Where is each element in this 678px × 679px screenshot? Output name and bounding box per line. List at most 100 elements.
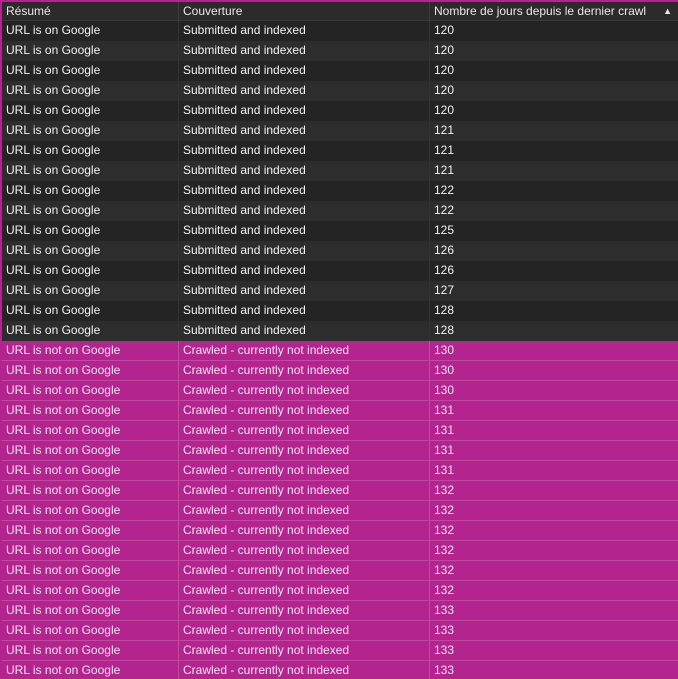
cell-days-since-crawl: 126 <box>434 263 455 277</box>
table-row[interactable]: URL is not on Google Crawled - currently … <box>2 341 678 361</box>
cell-summary: URL is on Google <box>2 321 179 341</box>
table-row[interactable]: URL is on Google Submitted and indexed 120 <box>2 101 678 121</box>
table-row[interactable]: URL is not on Google Crawled - currently … <box>2 521 678 541</box>
table-row[interactable]: URL is not on Google Crawled - currently … <box>2 581 678 601</box>
table-row[interactable]: URL is not on Google Crawled - currently … <box>2 381 678 401</box>
table-row[interactable]: URL is not on Google Crawled - currently … <box>2 481 678 501</box>
cell-days-since-crawl: 133 <box>434 623 455 637</box>
cell-days-since-crawl: 120 <box>434 63 455 77</box>
cell-summary: URL is on Google <box>2 201 179 221</box>
table-row[interactable]: URL is not on Google Crawled - currently … <box>2 441 678 461</box>
cell-summary: URL is on Google <box>2 41 179 61</box>
table-row[interactable]: URL is not on Google Crawled - currently … <box>2 461 678 481</box>
cell-coverage: Crawled - currently not indexed <box>179 461 430 480</box>
cell-days-since-crawl: 121 <box>434 163 455 177</box>
cell-days-since-crawl: 133 <box>434 643 455 657</box>
cell-days-since-crawl: 120 <box>434 43 455 57</box>
cell-coverage: Submitted and indexed <box>179 41 430 61</box>
cell-summary: URL is not on Google <box>2 501 179 520</box>
table-row[interactable]: URL is on Google Submitted and indexed 120 <box>2 81 678 101</box>
cell-coverage: Crawled - currently not indexed <box>179 341 430 360</box>
table-row[interactable]: URL is on Google Submitted and indexed 127 <box>2 281 678 301</box>
cell-coverage: Submitted and indexed <box>179 201 430 221</box>
cell-coverage: Submitted and indexed <box>179 61 430 81</box>
table-row[interactable]: URL is not on Google Crawled - currently … <box>2 661 678 679</box>
table-row[interactable]: URL is on Google Submitted and indexed 125 <box>2 221 678 241</box>
column-header-days-since-crawl[interactable]: Nombre de jours depuis le dernier crawl … <box>430 2 678 20</box>
cell-days-since-crawl: 132 <box>434 483 455 497</box>
cell-coverage: Crawled - currently not indexed <box>179 521 430 540</box>
table-header: Résumé Couverture Nombre de jours depuis… <box>2 2 678 21</box>
sort-ascending-icon[interactable]: ▲ <box>663 2 672 20</box>
cell-days-since-crawl: 121 <box>434 123 455 137</box>
table-row[interactable]: URL is on Google Submitted and indexed 122 <box>2 201 678 221</box>
column-header-summary[interactable]: Résumé <box>2 2 179 20</box>
column-header-coverage[interactable]: Couverture <box>179 2 430 20</box>
cell-summary: URL is not on Google <box>2 621 179 640</box>
cell-days-since-crawl: 130 <box>434 383 455 397</box>
cell-coverage: Submitted and indexed <box>179 221 430 241</box>
table-row[interactable]: URL is on Google Submitted and indexed 128 <box>2 321 678 341</box>
cell-coverage: Crawled - currently not indexed <box>179 421 430 440</box>
cell-summary: URL is on Google <box>2 61 179 81</box>
cell-summary: URL is on Google <box>2 261 179 281</box>
cell-summary: URL is on Google <box>2 121 179 141</box>
table-body: URL is on Google Submitted and indexed 120… <box>2 21 678 679</box>
cell-coverage: Crawled - currently not indexed <box>179 561 430 580</box>
cell-days-since-crawl: 133 <box>434 603 455 617</box>
table-row[interactable]: URL is not on Google Crawled - currently … <box>2 361 678 381</box>
cell-summary: URL is not on Google <box>2 361 179 380</box>
cell-summary: URL is not on Google <box>2 461 179 480</box>
cell-coverage: Crawled - currently not indexed <box>179 441 430 460</box>
table-row[interactable]: URL is on Google Submitted and indexed 120 <box>2 21 678 41</box>
cell-coverage: Submitted and indexed <box>179 281 430 301</box>
table-row[interactable]: URL is on Google Submitted and indexed 122 <box>2 181 678 201</box>
cell-coverage: Submitted and indexed <box>179 241 430 261</box>
cell-summary: URL is on Google <box>2 21 179 41</box>
cell-days-since-crawl: 133 <box>434 663 455 677</box>
table-row[interactable]: URL is not on Google Crawled - currently … <box>2 501 678 521</box>
table-row[interactable]: URL is on Google Submitted and indexed 128 <box>2 301 678 321</box>
cell-coverage: Submitted and indexed <box>179 301 430 321</box>
cell-coverage: Submitted and indexed <box>179 321 430 341</box>
cell-days-since-crawl: 126 <box>434 243 455 257</box>
cell-coverage: Crawled - currently not indexed <box>179 481 430 500</box>
cell-summary: URL is on Google <box>2 181 179 201</box>
column-header-days-label: Nombre de jours depuis le dernier crawl <box>434 4 647 18</box>
cell-coverage: Crawled - currently not indexed <box>179 661 430 679</box>
table-row[interactable]: URL is on Google Submitted and indexed 121 <box>2 161 678 181</box>
cell-coverage: Submitted and indexed <box>179 141 430 161</box>
table-row[interactable]: URL is on Google Submitted and indexed 120 <box>2 61 678 81</box>
cell-coverage: Crawled - currently not indexed <box>179 541 430 560</box>
table-row[interactable]: URL is on Google Submitted and indexed 120 <box>2 41 678 61</box>
cell-summary: URL is not on Google <box>2 401 179 420</box>
table-row[interactable]: URL is not on Google Crawled - currently … <box>2 621 678 641</box>
table-row[interactable]: URL is not on Google Crawled - currently … <box>2 601 678 621</box>
cell-days-since-crawl: 121 <box>434 143 455 157</box>
cell-summary: URL is on Google <box>2 241 179 261</box>
cell-summary: URL is on Google <box>2 221 179 241</box>
table-row[interactable]: URL is not on Google Crawled - currently … <box>2 541 678 561</box>
table-row[interactable]: URL is on Google Submitted and indexed 121 <box>2 121 678 141</box>
cell-summary: URL is not on Google <box>2 601 179 620</box>
cell-summary: URL is not on Google <box>2 481 179 500</box>
cell-coverage: Submitted and indexed <box>179 81 430 101</box>
cell-summary: URL is on Google <box>2 141 179 161</box>
cell-coverage: Crawled - currently not indexed <box>179 361 430 380</box>
table-row[interactable]: URL is not on Google Crawled - currently … <box>2 401 678 421</box>
table-row[interactable]: URL is not on Google Crawled - currently … <box>2 561 678 581</box>
cell-summary: URL is not on Google <box>2 641 179 660</box>
table-row[interactable]: URL is not on Google Crawled - currently … <box>2 421 678 441</box>
table-row[interactable]: URL is on Google Submitted and indexed 126 <box>2 261 678 281</box>
cell-coverage: Crawled - currently not indexed <box>179 601 430 620</box>
table-row[interactable]: URL is on Google Submitted and indexed 126 <box>2 241 678 261</box>
cell-days-since-crawl: 131 <box>434 423 455 437</box>
table-row[interactable]: URL is not on Google Crawled - currently … <box>2 641 678 661</box>
cell-summary: URL is not on Google <box>2 541 179 560</box>
cell-days-since-crawl: 120 <box>434 103 455 117</box>
cell-coverage: Submitted and indexed <box>179 21 430 41</box>
cell-summary: URL is not on Google <box>2 441 179 460</box>
table-row[interactable]: URL is on Google Submitted and indexed 121 <box>2 141 678 161</box>
cell-days-since-crawl: 125 <box>434 223 455 237</box>
cell-coverage: Submitted and indexed <box>179 181 430 201</box>
